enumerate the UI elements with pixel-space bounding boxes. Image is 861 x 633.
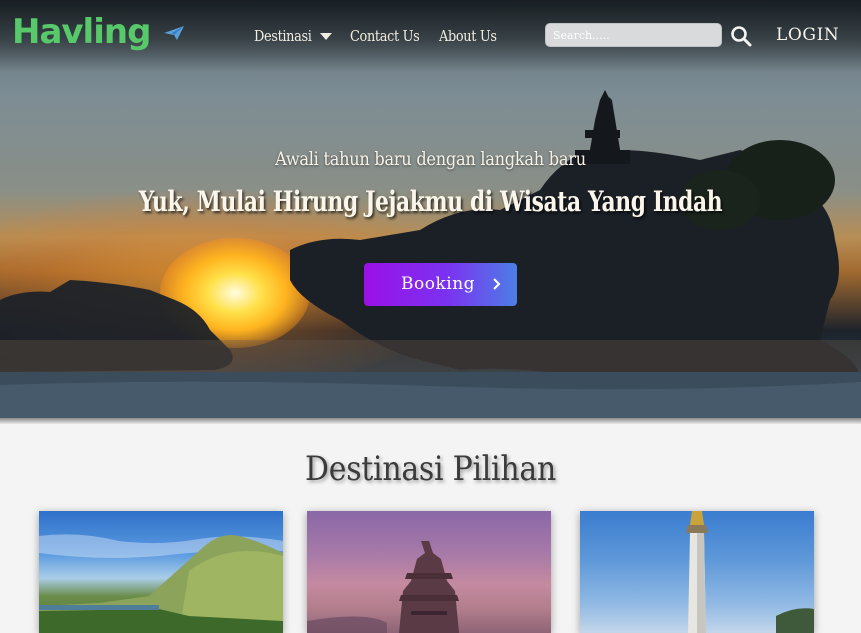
hero-title: Yuk, Mulai Hirung Jejakmu di Wisata Yang… [138,185,723,218]
search-icon[interactable] [729,24,753,48]
section-title: Destinasi Pilihan [305,449,556,489]
destination-card[interactable] [39,511,283,633]
hero-subtitle: Awali tahun baru dengan langkah baru [275,148,586,170]
destination-image [39,534,283,633]
destination-card[interactable] [580,511,814,633]
nav-contact-us[interactable]: Contact Us [350,25,420,47]
destination-image [307,541,459,633]
destination-card[interactable] [307,511,551,633]
chevron-right-icon [493,278,501,290]
search-input[interactable] [545,23,722,47]
nav-destinasi[interactable]: Destinasi [254,25,312,47]
nav-about-us[interactable]: About Us [439,25,497,47]
login-link[interactable]: LOGIN [776,23,839,47]
booking-label: Booking [401,274,476,294]
destination-image [686,511,814,633]
hero-divider [0,418,861,424]
logo-text: Havling [12,12,151,52]
booking-button[interactable]: Booking [364,263,517,306]
caret-down-icon[interactable] [320,33,332,40]
paper-plane-icon [164,26,184,40]
brand-logo[interactable]: Havling [12,12,184,52]
